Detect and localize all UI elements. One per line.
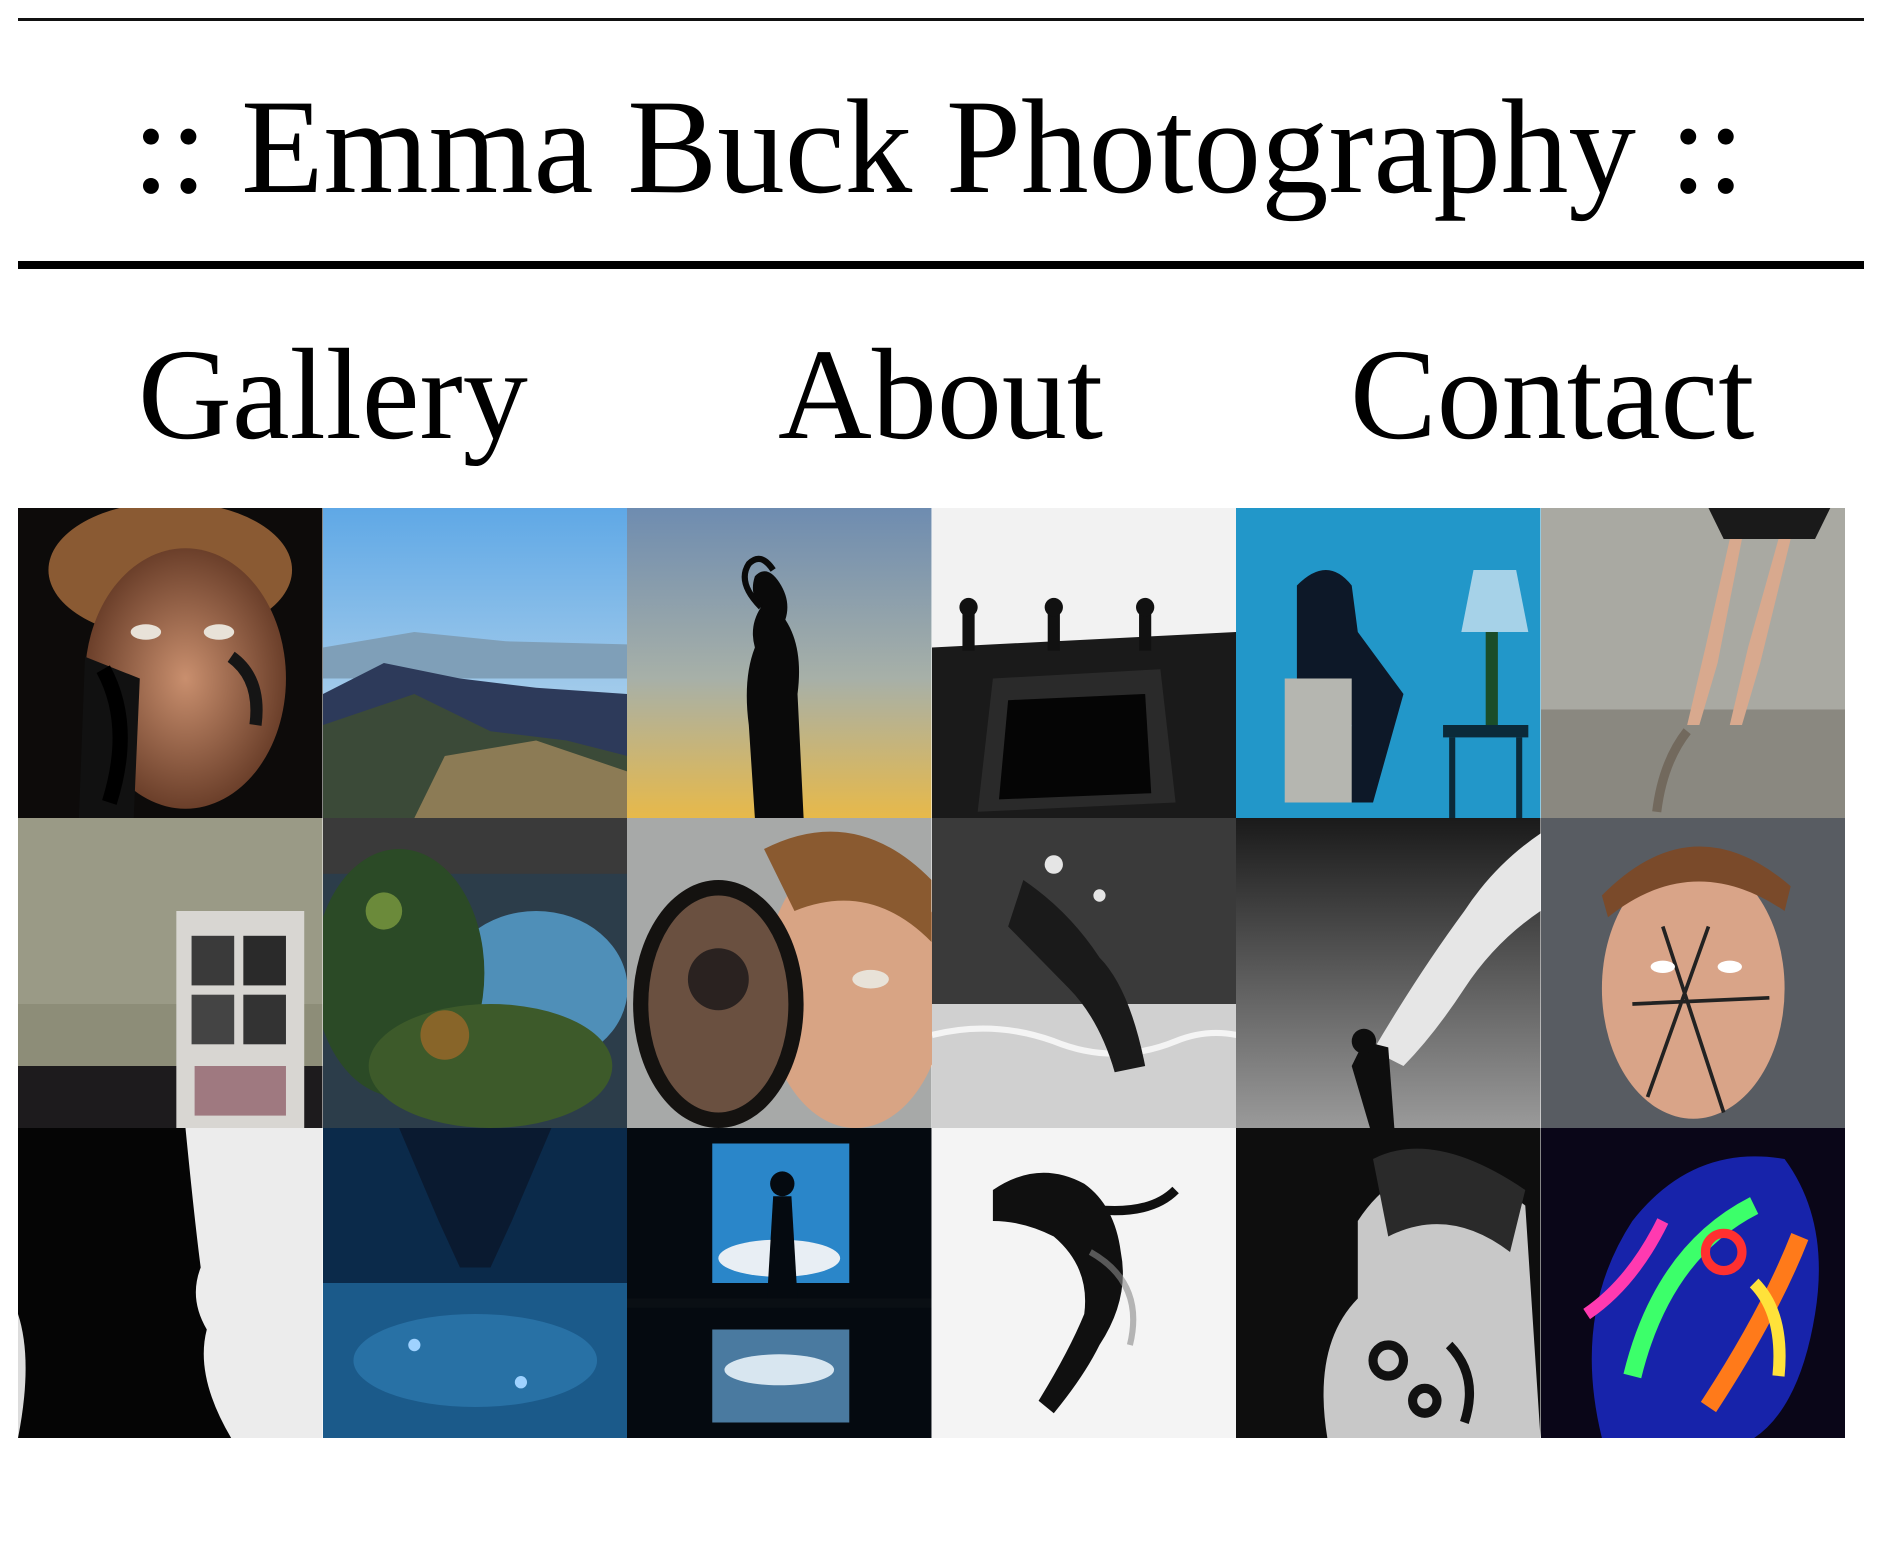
neon-body-paint-photo [1540,1128,1845,1438]
photo-tile[interactable] [18,508,323,818]
mirror-portrait-photo [627,818,932,1128]
abandoned-door-photo [18,818,323,1128]
photo-tile[interactable] [931,818,1236,1128]
photo-tile[interactable] [1236,1128,1541,1438]
rooftop-pool-bw-photo [931,508,1236,818]
photo-tile[interactable] [1540,508,1845,818]
falling-dancer-photo [931,1128,1236,1438]
photo-grid [18,508,1845,1438]
sunset-silhouette-photo [627,508,932,818]
site-title: :: Emma Buck Photography :: [132,73,1745,222]
window-silhouette-photo [627,1128,932,1438]
underwater-bw-swimmer-photo [931,818,1236,1128]
photo-tile[interactable] [1236,818,1541,1128]
photo-tile[interactable] [1236,508,1541,818]
back-paint-portrait-photo [1236,1128,1541,1438]
header-top-rule [18,18,1864,21]
header-bottom-rule [18,261,1864,269]
photo-tile[interactable] [18,818,323,1128]
main-nav: Gallery About Contact [0,320,1877,470]
photo-tile[interactable] [1540,1128,1845,1438]
photo-tile[interactable] [1540,818,1845,1128]
nav-gallery-link[interactable]: Gallery [138,320,528,470]
portrait-face-paint-photo [18,508,323,818]
underwater-suit-lamp-photo [1236,508,1541,818]
upside-down-trees-photo [322,818,627,1128]
mountain-landscape-photo [322,508,627,818]
photo-tile[interactable] [931,1128,1236,1438]
photo-tile[interactable] [627,818,932,1128]
written-face-portrait-photo [1540,818,1845,1128]
photo-tile[interactable] [18,1128,323,1438]
nav-contact-link[interactable]: Contact [1350,320,1754,470]
photo-tile[interactable] [627,1128,932,1438]
photo-tile[interactable] [931,508,1236,818]
flowing-fabric-photo [1236,818,1541,1128]
nav-about-link[interactable]: About [778,320,1103,470]
kiss-silhouette-photo [18,1128,323,1438]
upside-down-pool-photo [322,1128,627,1438]
ballet-pointe-photo [1540,508,1845,818]
photo-tile[interactable] [322,1128,627,1438]
photo-tile[interactable] [322,508,627,818]
photo-tile[interactable] [322,818,627,1128]
photo-tile[interactable] [627,508,932,818]
